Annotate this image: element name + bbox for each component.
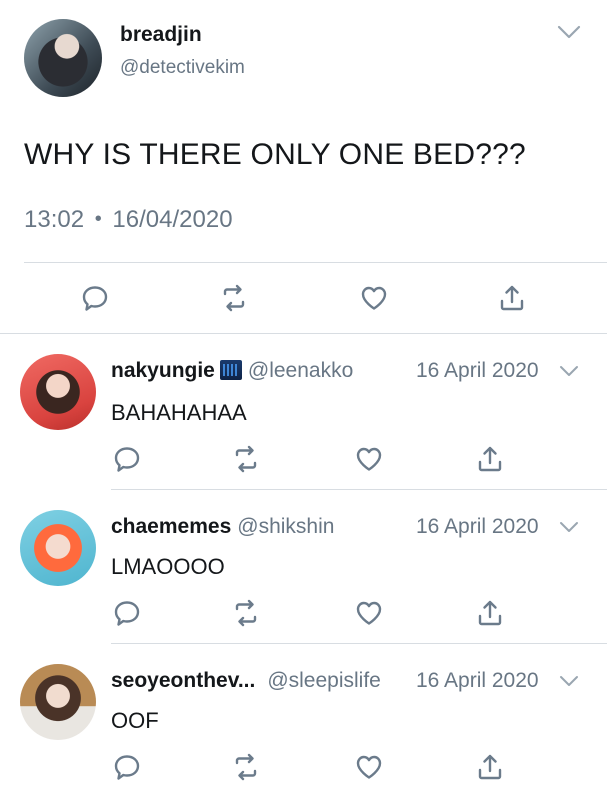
retweet-icon[interactable] — [231, 752, 261, 782]
author-name[interactable]: nakyungie — [111, 359, 215, 382]
reply-text: BAHAHAHAA — [111, 400, 247, 425]
retweet-icon[interactable] — [219, 283, 249, 313]
reply-header: nakyungie @leenakko — [111, 359, 353, 383]
divider — [24, 262, 607, 263]
share-icon[interactable] — [497, 283, 527, 313]
share-icon[interactable] — [475, 752, 505, 782]
tweet-date: 16/04/2020 — [112, 206, 233, 233]
chevron-down-icon[interactable] — [558, 362, 580, 380]
meta-separator: • — [94, 208, 102, 230]
reply-actions — [0, 752, 607, 792]
author-handle[interactable]: @shikshin — [237, 515, 334, 538]
avatar[interactable] — [20, 664, 96, 740]
author-name[interactable]: breadjin — [120, 23, 202, 47]
reply-date: 16 April 2020 — [416, 515, 539, 538]
reply-text: OOF — [111, 708, 159, 733]
author-handle[interactable]: @sleepislife — [267, 669, 381, 692]
reply-actions — [0, 444, 607, 484]
retweet-icon[interactable] — [231, 444, 261, 474]
tweet-text: WHY IS THERE ONLY ONE BED??? — [24, 138, 526, 171]
tweet-actions — [0, 268, 607, 330]
reply-icon[interactable] — [112, 752, 142, 782]
avatar[interactable] — [24, 19, 102, 97]
tweet-time: 13:02 — [24, 206, 85, 233]
reply-tweet[interactable]: seoyeonthev... @sleepislife 16 April 2020… — [0, 644, 607, 799]
reply-icon[interactable] — [112, 598, 142, 628]
author-name[interactable]: chaememes — [111, 515, 231, 538]
share-icon[interactable] — [475, 444, 505, 474]
like-icon[interactable] — [359, 283, 389, 313]
chevron-down-icon[interactable] — [558, 518, 580, 536]
reply-icon[interactable] — [80, 283, 110, 313]
reply-header: seoyeonthev... @sleepislife — [111, 669, 381, 693]
chevron-down-icon[interactable] — [558, 672, 580, 690]
reply-date: 16 April 2020 — [416, 359, 539, 382]
reply-icon[interactable] — [112, 444, 142, 474]
reply-header: chaememes @shikshin — [111, 515, 334, 539]
share-icon[interactable] — [475, 598, 505, 628]
like-icon[interactable] — [354, 444, 384, 474]
chevron-down-icon[interactable] — [556, 22, 582, 42]
reply-tweet[interactable]: chaememes @shikshin 16 April 2020 LMAOOOO — [0, 490, 607, 645]
tweet-timestamp: 13:02 • 16/04/2020 — [24, 206, 233, 234]
like-icon[interactable] — [354, 752, 384, 782]
author-handle[interactable]: @leenakko — [248, 359, 353, 382]
main-tweet: breadjin @detectivekim WHY IS THERE ONLY… — [0, 0, 607, 333]
reply-tweet[interactable]: nakyungie @leenakko 16 April 2020 BAHAHAH… — [0, 334, 607, 489]
retweet-icon[interactable] — [231, 598, 261, 628]
author-name[interactable]: seoyeonthev... — [111, 669, 255, 692]
avatar[interactable] — [20, 354, 96, 430]
avatar[interactable] — [20, 510, 96, 586]
reply-date: 16 April 2020 — [416, 669, 539, 692]
like-icon[interactable] — [354, 598, 384, 628]
reply-actions — [0, 598, 607, 638]
reply-text: LMAOOOO — [111, 554, 225, 579]
author-handle[interactable]: @detectivekim — [120, 57, 245, 79]
flag-emoji-icon — [219, 360, 242, 380]
